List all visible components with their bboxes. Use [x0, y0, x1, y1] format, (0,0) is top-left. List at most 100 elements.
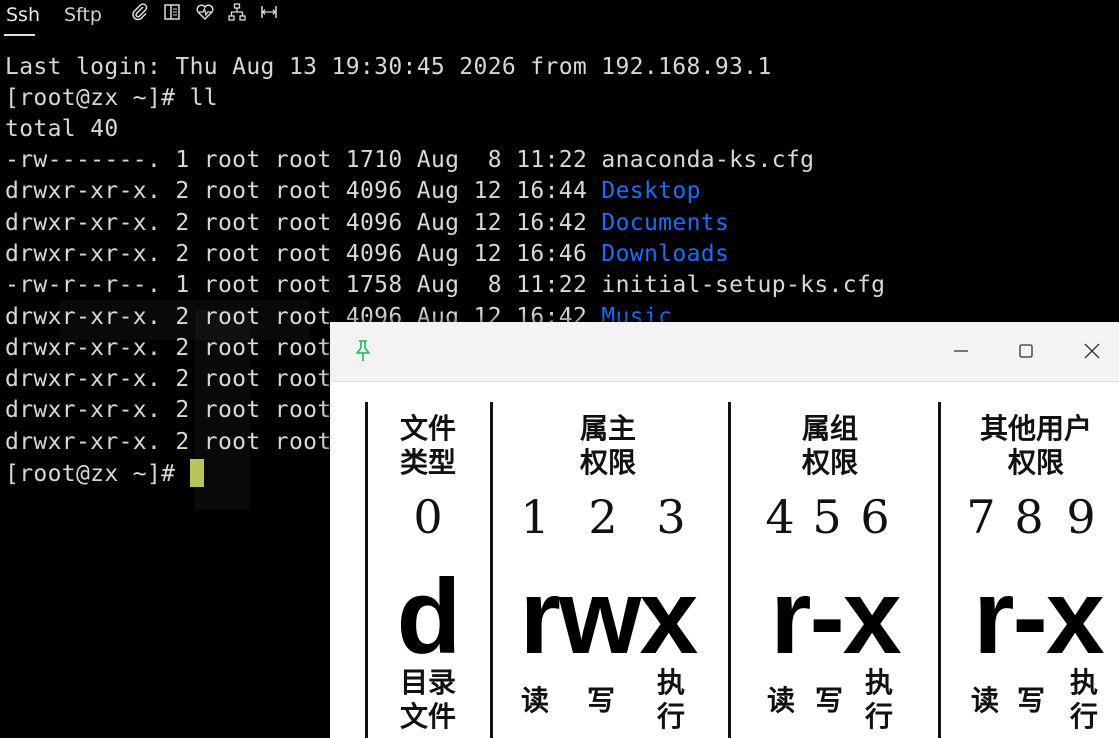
time: 11:22 [516, 147, 588, 173]
divider [490, 402, 493, 738]
heading-line: 其他用户 [979, 412, 1092, 445]
owner-name: root [203, 209, 261, 236]
link-count: 2 [175, 178, 190, 205]
month: Aug [416, 147, 460, 173]
permission-string: -rw-------. [5, 147, 162, 173]
footer-execute: 执 行 [654, 666, 688, 734]
tab-ssh[interactable]: Ssh [6, 4, 40, 26]
footer-execute: 执 行 [862, 666, 896, 734]
listing-row: drwxr-xr-x. 2 root root [5, 364, 346, 394]
bit-digit: 1 [520, 490, 550, 544]
width-icon[interactable] [259, 2, 279, 22]
window-titlebar[interactable] [330, 322, 1119, 382]
group-name: root [274, 178, 332, 205]
heading-line: 权限 [579, 446, 636, 479]
time: 16:42 [516, 209, 588, 236]
permission-diagram: 文件 类型 0 d 目录 文件 属主 权限 1 2 3 rwx 读 写 执 行 … [330, 382, 1119, 738]
file-size: 1758 [345, 272, 403, 299]
footer-write: 写 [814, 684, 843, 717]
paperclip-icon[interactable] [130, 2, 150, 22]
bit-digit: 8 [1014, 490, 1044, 544]
network-icon[interactable] [227, 2, 247, 22]
footer-read: 读 [766, 684, 795, 717]
group-name: root [274, 428, 332, 455]
day: 12 [473, 209, 502, 236]
group-name: root [274, 397, 332, 424]
footer-line: 文件 [399, 700, 456, 733]
group-name: root [274, 303, 332, 330]
permission-string: drwxr-xr-x. [5, 178, 162, 205]
footer-line: 执 [1069, 666, 1098, 699]
file-name[interactable]: Documents [601, 210, 729, 236]
bit-digit: 0 [413, 490, 443, 544]
listing-row: drwxr-xr-x. 2 root root [5, 427, 346, 457]
file-name[interactable]: anaconda-ks.cfg [601, 147, 814, 173]
listing-row: -rw-r--r--. 1 root root 1758 Aug 8 11:22… [5, 270, 885, 300]
listing-row: drwxr-xr-x. 2 root root [5, 395, 346, 425]
file-name[interactable]: initial-setup-ks.cfg [601, 272, 885, 298]
footer-line: 行 [656, 700, 685, 733]
owner-permission-symbol: rwx [519, 558, 699, 676]
group-name: root [274, 240, 332, 267]
day: 8 [473, 147, 502, 173]
maximize-button[interactable] [1015, 340, 1037, 362]
permission-string: drwxr-xr-x. [5, 303, 162, 330]
owner-name: root [203, 178, 261, 205]
close-button[interactable] [1081, 340, 1103, 362]
link-count: 1 [175, 272, 190, 299]
owner-name: root [203, 428, 261, 455]
divider [728, 402, 731, 738]
heading-line: 属组 [801, 412, 858, 445]
owner-name: root [203, 366, 261, 393]
group-name: root [274, 147, 332, 173]
bit-digit: 9 [1066, 490, 1096, 544]
file-size: 4096 [345, 240, 403, 267]
footer-write: 写 [586, 684, 615, 717]
file-size: 1710 [345, 147, 403, 173]
file-name[interactable]: Downloads [601, 241, 729, 267]
permission-string: -rw-r--r--. [5, 272, 162, 299]
permission-diagram-window: 文件 类型 0 d 目录 文件 属主 权限 1 2 3 rwx 读 写 执 行 … [330, 322, 1119, 738]
file-type-symbol: d [396, 558, 462, 676]
month: Aug [416, 240, 460, 267]
footer-read: 读 [970, 684, 999, 717]
heading-others-permission: 其他用户 权限 [966, 412, 1106, 480]
link-count: 1 [175, 147, 190, 173]
permission-string: drwxr-xr-x. [5, 334, 162, 361]
month: Aug [416, 209, 460, 236]
heading-line: 属主 [579, 412, 636, 445]
listing-row: drwxr-xr-x. 2 root root [5, 333, 346, 363]
file-size: 4096 [345, 209, 403, 236]
group-name: root [274, 209, 332, 236]
footer-directory-file: 目录 文件 [388, 666, 468, 734]
group-permission-symbol: r-x [770, 558, 902, 676]
minimize-button[interactable] [950, 340, 972, 362]
heading-line: 文件 [399, 412, 456, 445]
day: 12 [473, 178, 502, 205]
tab-sftp[interactable]: Sftp [64, 4, 102, 26]
close-icon [1084, 343, 1100, 359]
heading-file-type: 文件 类型 [388, 412, 468, 480]
footer-execute: 执 行 [1067, 666, 1101, 734]
month: Aug [416, 178, 460, 205]
footer-read: 读 [520, 684, 549, 717]
owner-name: root [203, 303, 261, 330]
owner-name: root [203, 397, 261, 424]
bit-digit: 5 [812, 490, 842, 544]
pin-icon[interactable] [352, 339, 374, 363]
link-count: 2 [175, 366, 190, 393]
terminal-prompt-line[interactable]: [root@zx ~]# [5, 459, 204, 489]
footer-line: 执 [864, 666, 893, 699]
listing-row: -rw-------. 1 root root 1710 Aug 8 11:22… [5, 145, 814, 175]
footer-line: 目录 [399, 666, 456, 699]
owner-name: root [203, 240, 261, 267]
split-panel-icon[interactable] [162, 2, 182, 22]
terminal-line-login: Last login: Thu Aug 13 19:30:45 2026 fro… [5, 54, 772, 80]
footer-line: 行 [1069, 700, 1098, 733]
file-name[interactable]: Desktop [601, 178, 700, 204]
divider [938, 402, 941, 738]
day: 12 [473, 240, 502, 267]
listing-row: drwxr-xr-x. 2 root root 4096 Aug 12 16:4… [5, 176, 701, 206]
group-name: root [274, 366, 332, 393]
heartbeat-icon[interactable] [195, 2, 215, 22]
